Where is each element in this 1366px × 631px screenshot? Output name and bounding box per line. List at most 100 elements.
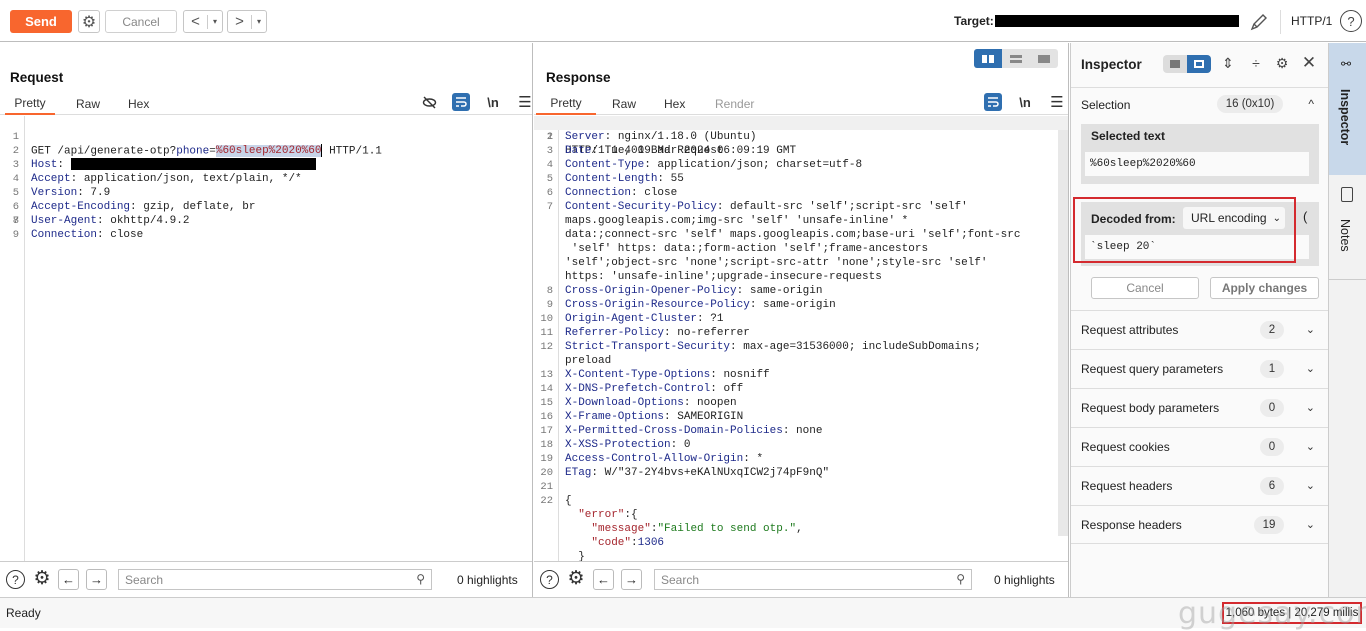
arrow-left-icon: ←	[597, 572, 610, 587]
selected-text-box: Selected text %60sleep%2020%60	[1081, 124, 1319, 184]
chevron-up-icon[interactable]: ^	[1308, 97, 1314, 111]
tab-raw[interactable]: Raw	[612, 93, 636, 115]
code-line-wrap: "code":1306	[591, 537, 665, 549]
code-line: 3 Accept: application/json, text/plain, …	[12, 159, 302, 185]
inspector-layout-toggle	[1163, 55, 1211, 73]
back-history-dropdown[interactable]: ▾	[208, 17, 222, 26]
settings-button[interactable]: ⚙	[78, 10, 100, 33]
forward-history-dropdown[interactable]: ▾	[252, 17, 266, 26]
decoded-value-input[interactable]: `sleep 20`	[1085, 235, 1309, 259]
apply-changes-button[interactable]: Apply changes	[1210, 277, 1319, 299]
decoded-cancel-button[interactable]: Cancel	[1091, 277, 1199, 299]
code-line: 4 Content-Type: application/json; charset…	[546, 159, 863, 171]
code-line: 22{	[540, 495, 572, 507]
chevron-down-icon: ⌄	[1305, 324, 1315, 336]
columns-icon	[982, 54, 994, 63]
code-line: 5 Accept-Encoding: gzip, deflate, br	[12, 187, 256, 213]
selected-text-value[interactable]: %60sleep%2020%60	[1085, 152, 1309, 176]
rows-icon	[1010, 54, 1022, 63]
show-newlines-toggle[interactable]: \n	[1016, 93, 1034, 111]
cancel-button[interactable]: Cancel	[105, 10, 177, 33]
layout-tabbed-button[interactable]	[1030, 49, 1058, 68]
code-line: 2 Server: nginx/1.18.0 (Ubuntu)	[546, 131, 757, 143]
response-bottombar: ? ⚙ ← → ⚲ 0 highlights	[534, 561, 1068, 597]
layout-stacked-button[interactable]	[1002, 49, 1030, 68]
decode-more-icon[interactable]: (	[1303, 209, 1307, 224]
help-icon[interactable]: ?	[1340, 10, 1362, 32]
chevron-down-icon: ⌄	[1305, 363, 1315, 375]
http-version-toggle[interactable]: HTTP/1	[1291, 14, 1332, 28]
encoding-dropdown[interactable]: URL encoding ⌄	[1183, 207, 1285, 229]
request-editor[interactable]: 1 GET /api/generate-otp?phone=%60sleep%2…	[0, 116, 532, 561]
code-line: 6 User-Agent: okhttp/4.9.2	[12, 201, 190, 227]
request-search-input[interactable]	[119, 570, 400, 589]
tab-pretty[interactable]: Pretty	[536, 93, 596, 115]
code-line: 20 ETag: W/"37-2Y4bvs+eKAlNUxqICW2j74pF9n…	[540, 467, 830, 479]
word-wrap-icon[interactable]	[452, 93, 470, 111]
section-request-query-parameters[interactable]: Request query parameters 1 ⌄	[1071, 349, 1329, 388]
status-ready: Ready	[6, 606, 41, 620]
search-next-button[interactable]: →	[621, 569, 642, 590]
code-line-wrap: data:;connect-src 'self' maps.googleapis…	[565, 229, 1021, 241]
status-bar: Ready 1,060 bytes | 20,279 millis	[0, 597, 1366, 628]
search-next-button[interactable]: →	[86, 569, 107, 590]
send-button[interactable]: Send	[10, 10, 72, 33]
response-search-input[interactable]	[655, 570, 940, 589]
expand-all-icon[interactable]: ⇕	[1219, 54, 1237, 72]
menu-icon[interactable]: ☰	[1048, 93, 1066, 111]
inspector-layout-right-button[interactable]	[1187, 55, 1211, 73]
inspector-panel: Inspector ⇕ ÷ ⚙ ✕ Selection 16 (0x10) ^ …	[1070, 43, 1329, 597]
layout-toggle	[974, 49, 1058, 68]
collapse-all-icon[interactable]: ÷	[1247, 54, 1265, 72]
target-label: Target:	[954, 14, 994, 28]
gear-icon[interactable]: ⚙	[31, 568, 53, 590]
back-nav: < ▾	[183, 10, 223, 33]
edit-target-button[interactable]	[1248, 11, 1270, 33]
help-icon[interactable]: ?	[540, 570, 559, 589]
code-line: 13 X-Content-Type-Options: nosniff	[540, 369, 770, 381]
side-tab-notes[interactable]: Notes	[1329, 175, 1366, 280]
search-prev-button[interactable]: ←	[58, 569, 79, 590]
menu-icon[interactable]: ☰	[516, 93, 534, 111]
help-icon[interactable]: ?	[6, 570, 25, 589]
section-request-attributes[interactable]: Request attributes 2 ⌄	[1071, 310, 1329, 349]
side-tabs: ⚯ Inspector Notes	[1328, 43, 1366, 597]
gear-icon: ⚙	[81, 13, 97, 31]
response-editor[interactable]: 1 HTTP/1.1 400 Bad Request 2 Server: ngin…	[534, 116, 1068, 561]
tab-raw[interactable]: Raw	[76, 93, 100, 115]
tab-pretty[interactable]: Pretty	[5, 93, 55, 115]
decoded-box: Decoded from: URL encoding ⌄ ( `sleep 20…	[1081, 202, 1319, 266]
code-line: 4 Version: 7.9	[12, 173, 111, 199]
section-request-body-parameters[interactable]: Request body parameters 0 ⌄	[1071, 388, 1329, 427]
selected-text-label: Selected text	[1091, 129, 1166, 143]
gear-icon[interactable]: ⚙	[565, 568, 587, 590]
section-response-headers[interactable]: Response headers 19 ⌄	[1071, 505, 1329, 544]
highlights-count: 0 highlights	[457, 573, 518, 587]
code-line: 19 Access-Control-Allow-Origin: *	[540, 453, 764, 465]
code-line: 6 Connection: close	[546, 187, 678, 199]
search-icon: ⚲	[416, 572, 425, 586]
gear-icon[interactable]: ⚙	[1273, 54, 1291, 72]
response-size-timing: 1,060 bytes | 20,279 millis	[1222, 602, 1362, 624]
inspector-layout-left-button[interactable]	[1163, 55, 1187, 73]
tab-render[interactable]: Render	[715, 93, 754, 115]
chevron-down-icon: ⌄	[1305, 441, 1315, 453]
tab-hex[interactable]: Hex	[664, 93, 685, 115]
response-editor-tools: \n ☰	[970, 92, 1066, 112]
search-prev-button[interactable]: ←	[593, 569, 614, 590]
section-request-cookies[interactable]: Request cookies 0 ⌄	[1071, 427, 1329, 466]
code-line: 10 Origin-Agent-Cluster: ?1	[540, 313, 724, 325]
show-newlines-toggle[interactable]: \n	[484, 93, 502, 111]
close-icon[interactable]: ✕	[1300, 54, 1318, 72]
code-line: 9	[12, 229, 19, 241]
side-tab-inspector[interactable]: ⚯ Inspector	[1329, 43, 1366, 175]
back-button[interactable]: <	[184, 14, 208, 29]
word-wrap-icon[interactable]	[984, 93, 1002, 111]
code-line: 11 Referrer-Policy: no-referrer	[540, 327, 750, 339]
tab-hex[interactable]: Hex	[128, 93, 149, 115]
hide-nonprintable-icon[interactable]	[420, 93, 438, 111]
forward-button[interactable]: >	[228, 14, 252, 29]
layout-side-by-side-button[interactable]	[974, 49, 1002, 68]
top-toolbar: Send ⚙ Cancel < ▾ > ▾ Target: HTTP/1 ?	[0, 0, 1366, 42]
section-request-headers[interactable]: Request headers 6 ⌄	[1071, 466, 1329, 505]
